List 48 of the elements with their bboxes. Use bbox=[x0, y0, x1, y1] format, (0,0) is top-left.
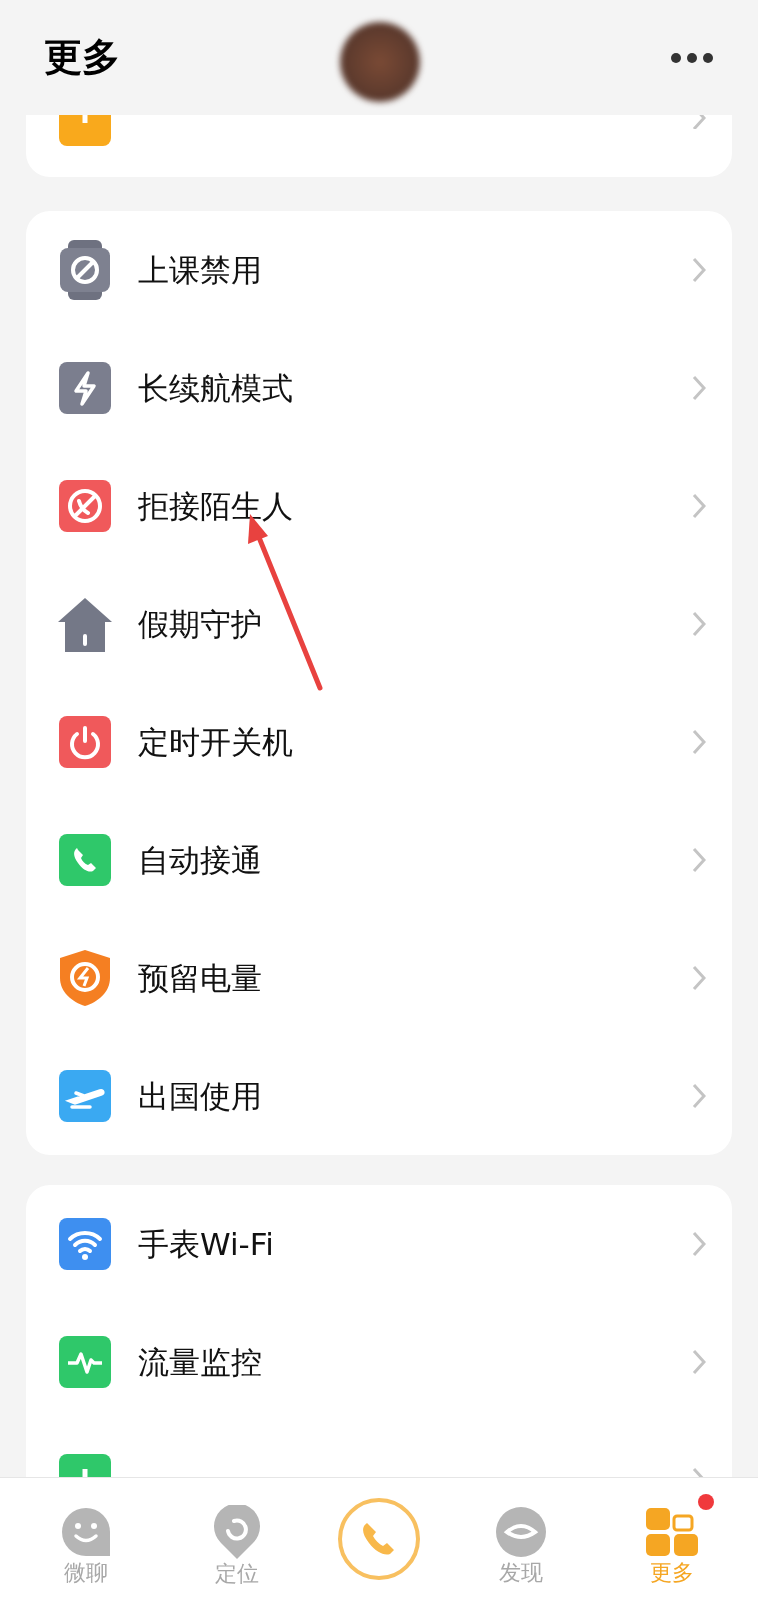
row-label: 长续航模式 bbox=[138, 368, 293, 408]
chevron-right-icon bbox=[692, 1349, 706, 1375]
row-label: 自动接通 bbox=[138, 840, 262, 880]
settings-row[interactable]: 拒接陌生人 bbox=[26, 447, 732, 565]
lightning-icon bbox=[58, 361, 112, 415]
eye-icon bbox=[495, 1506, 548, 1558]
wifi-icon bbox=[58, 1217, 112, 1271]
row-label: 定时开关机 bbox=[138, 722, 293, 762]
chevron-right-icon bbox=[692, 257, 706, 283]
blocked-phone-icon bbox=[58, 479, 112, 533]
airplane-icon bbox=[58, 1069, 112, 1123]
power-icon bbox=[58, 715, 112, 769]
pulse-icon bbox=[58, 1335, 112, 1389]
grid-icon bbox=[644, 1506, 701, 1558]
chevron-right-icon bbox=[692, 611, 706, 637]
phone-icon bbox=[58, 833, 112, 887]
row-label: 预留电量 bbox=[138, 958, 262, 998]
chevron-right-icon bbox=[692, 729, 706, 755]
row-label: 上课禁用 bbox=[138, 250, 262, 290]
row-label: 拒接陌生人 bbox=[138, 486, 293, 526]
smiley-icon bbox=[59, 1506, 112, 1558]
row-label: 假期守护 bbox=[138, 604, 262, 644]
settings-row[interactable]: 自动接通 bbox=[26, 801, 732, 919]
settings-row[interactable]: 流量监控 bbox=[26, 1303, 732, 1421]
house-icon bbox=[56, 596, 114, 652]
chevron-right-icon bbox=[692, 1231, 706, 1257]
chevron-right-icon bbox=[692, 375, 706, 401]
chevron-right-icon bbox=[692, 493, 706, 519]
shield-icon bbox=[58, 949, 112, 1007]
settings-row[interactable]: 上课禁用 bbox=[26, 211, 732, 329]
settings-row[interactable]: 假期守护 bbox=[26, 565, 732, 683]
settings-row[interactable]: 长续航模式 bbox=[26, 329, 732, 447]
more-icon[interactable] bbox=[670, 51, 714, 64]
chevron-right-icon bbox=[692, 115, 706, 129]
location-pin-icon bbox=[212, 1505, 261, 1559]
watch-icon bbox=[58, 240, 112, 300]
settings-row[interactable]: 定时开关机 bbox=[26, 683, 732, 801]
settings-row[interactable]: 预留电量 bbox=[26, 919, 732, 1037]
chevron-right-icon bbox=[692, 847, 706, 873]
chevron-right-icon bbox=[692, 1467, 706, 1477]
settings-row[interactable]: 出国使用 bbox=[26, 1037, 732, 1155]
row-label: 手表Wi-Fi bbox=[138, 1224, 274, 1264]
settings-row[interactable]: 手表Wi-Fi bbox=[26, 1185, 732, 1303]
row-label: 流量监控 bbox=[138, 1342, 262, 1382]
page-title: 更多 bbox=[44, 34, 120, 81]
row-label: 出国使用 bbox=[138, 1076, 262, 1116]
chevron-right-icon bbox=[692, 965, 706, 991]
chevron-right-icon bbox=[692, 1083, 706, 1109]
